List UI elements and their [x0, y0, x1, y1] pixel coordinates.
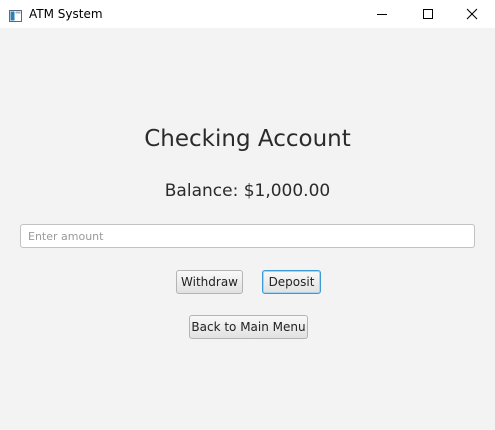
minimize-button[interactable] [359, 0, 405, 28]
maximize-button[interactable] [405, 0, 451, 28]
deposit-button[interactable]: Deposit [262, 270, 321, 294]
back-to-main-menu-button[interactable]: Back to Main Menu [189, 315, 308, 339]
amount-input[interactable] [20, 224, 475, 248]
minimize-icon [376, 5, 388, 24]
close-button[interactable] [449, 0, 495, 28]
page-title: Checking Account [144, 126, 351, 152]
maximize-icon [422, 5, 434, 24]
balance-label: Balance: $1,000.00 [164, 181, 331, 201]
withdraw-button[interactable]: Withdraw [176, 270, 243, 294]
app-window-icon [9, 7, 22, 22]
close-icon [466, 5, 478, 24]
account-panel: Checking Account Balance: $1,000.00 With… [0, 28, 495, 430]
window-title: ATM System [29, 7, 103, 21]
window-titlebar[interactable]: ATM System [0, 0, 495, 28]
